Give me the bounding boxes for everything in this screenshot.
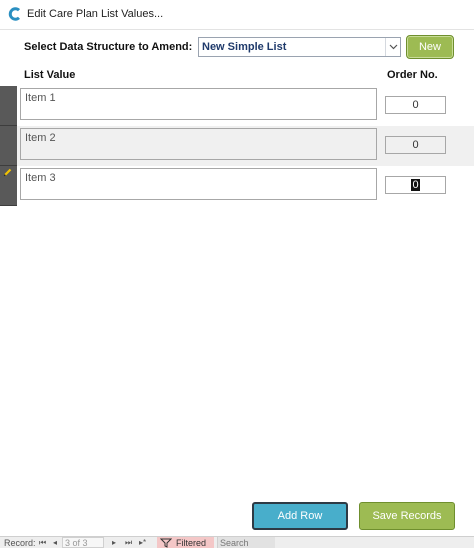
record-selector[interactable]	[0, 166, 17, 206]
structure-dropdown-value: New Simple List	[202, 41, 287, 53]
window-title: Edit Care Plan List Values...	[27, 8, 164, 20]
list-value-column-header: List Value	[24, 69, 76, 81]
chevron-down-icon	[389, 44, 398, 50]
title-bar: Edit Care Plan List Values...	[0, 0, 474, 30]
filter-funnel-icon	[160, 538, 172, 548]
list-row: Item 2 0	[0, 126, 474, 166]
record-label: Record:	[4, 538, 36, 548]
order-number-field[interactable]: 0	[385, 96, 446, 114]
next-record-button[interactable]: ▸	[112, 538, 116, 547]
dropdown-arrow-button[interactable]	[385, 38, 400, 56]
care-app-icon	[8, 7, 21, 21]
order-no-column-header: Order No.	[387, 69, 438, 81]
search-box[interactable]: Search	[217, 537, 275, 548]
record-selector[interactable]	[0, 86, 17, 126]
new-button[interactable]: New	[406, 35, 454, 59]
add-row-button[interactable]: Add Row	[252, 502, 348, 530]
order-number-field[interactable]: 0	[385, 176, 446, 194]
previous-record-button[interactable]: ◂	[53, 538, 57, 547]
record-navigation-bar: Record: ⏮ ◂ 3 of 3 ▸ ⏭ ▸* Filtered Searc…	[0, 536, 474, 548]
list-value-field[interactable]: Item 3	[20, 168, 377, 200]
selected-order-text: 0	[411, 179, 420, 191]
list-row: Item 1 0	[0, 86, 474, 126]
filter-status-label: Filtered	[176, 538, 207, 548]
last-record-button[interactable]: ⏭	[125, 538, 132, 548]
list-value-field[interactable]: Item 1	[20, 88, 377, 120]
first-record-button[interactable]: ⏮	[39, 538, 46, 548]
structure-dropdown[interactable]: New Simple List	[198, 37, 401, 57]
record-position-field[interactable]: 3 of 3	[62, 537, 104, 548]
select-structure-label: Select Data Structure to Amend:	[24, 41, 193, 53]
new-record-button[interactable]: ▸*	[139, 538, 146, 547]
list-row: Item 3 0	[0, 166, 474, 206]
save-records-button[interactable]: Save Records	[359, 502, 455, 530]
pencil-icon	[3, 168, 12, 177]
filter-toggle[interactable]: Filtered	[157, 537, 214, 548]
order-number-field[interactable]: 0	[385, 136, 446, 154]
list-value-field[interactable]: Item 2	[20, 128, 377, 160]
record-selector[interactable]	[0, 126, 17, 166]
